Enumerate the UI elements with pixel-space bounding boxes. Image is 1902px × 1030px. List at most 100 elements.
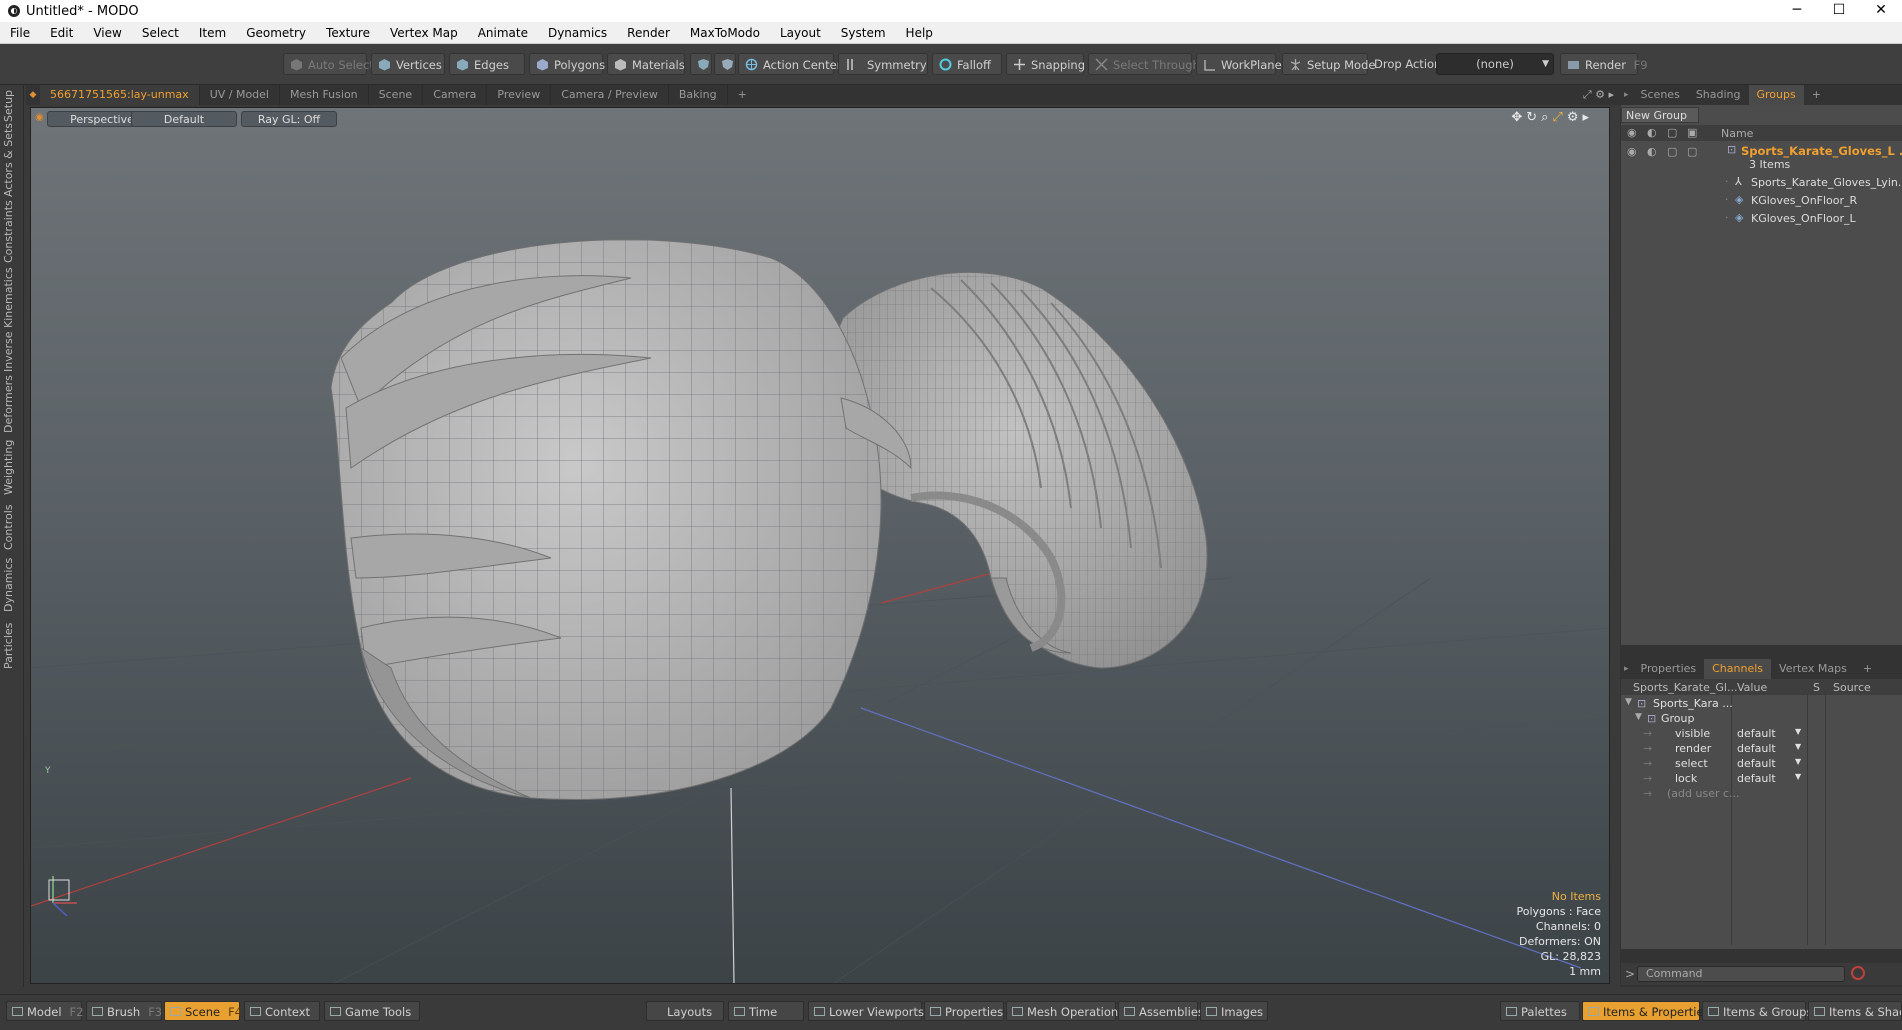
game-tools-layout-button[interactable]: Game Tools bbox=[324, 1001, 420, 1021]
channel-row-render[interactable]: → render default ▼ bbox=[1621, 742, 1902, 757]
group-name[interactable]: Sports_Karate_Gloves_L ... bbox=[1741, 144, 1902, 158]
menu-edit[interactable]: Edit bbox=[40, 26, 83, 40]
items-groups-button[interactable]: Items & Groups bbox=[1702, 1001, 1812, 1021]
tab-scenes[interactable]: Scenes bbox=[1633, 85, 1688, 105]
chevron-down-icon[interactable]: ▼ bbox=[1795, 742, 1801, 751]
tab-controls[interactable]: Controls bbox=[2, 501, 22, 553]
mesh-operations-button[interactable]: Mesh Operations bbox=[1006, 1001, 1124, 1021]
minimize-button[interactable]: ─ bbox=[1776, 0, 1818, 22]
group-row-root[interactable]: ◉ ◐ ▢ ▢ ⊡ Sports_Karate_Gloves_L ... 3 I… bbox=[1621, 143, 1902, 173]
add-panel-tab-button[interactable]: + bbox=[1855, 659, 1880, 679]
action-center-button[interactable]: Action Center bbox=[738, 53, 841, 75]
render-button[interactable]: Render F9 bbox=[1560, 53, 1648, 75]
symmetry-button[interactable]: Symmetry bbox=[838, 53, 928, 75]
drop-action-select[interactable]: (none) ▼ bbox=[1436, 53, 1554, 75]
tab-camera-preview[interactable]: Camera / Preview bbox=[551, 85, 669, 105]
lower-viewports-button[interactable]: Lower Viewports bbox=[808, 1001, 924, 1021]
tab-preview[interactable]: Preview bbox=[487, 85, 552, 105]
element-mode-button[interactable] bbox=[690, 53, 712, 75]
tab-groups[interactable]: Groups bbox=[1748, 85, 1804, 105]
menu-geometry[interactable]: Geometry bbox=[236, 26, 316, 40]
tree-item[interactable]: · ◈ KGloves_OnFloor_R bbox=[1621, 193, 1902, 209]
context-layout-button[interactable]: Context bbox=[244, 1001, 320, 1021]
polygons-button[interactable]: Polygons bbox=[529, 53, 605, 75]
tab-properties[interactable]: Properties bbox=[1633, 659, 1705, 679]
tab-channels[interactable]: Channels bbox=[1704, 659, 1772, 679]
tree-item[interactable]: · ◈ KGloves_OnFloor_L bbox=[1621, 211, 1902, 227]
menu-help[interactable]: Help bbox=[896, 26, 943, 40]
panel-menu-icon[interactable]: ▸ bbox=[1620, 90, 1633, 100]
palettes-button[interactable]: Palettes bbox=[1500, 1001, 1580, 1021]
menu-render[interactable]: Render bbox=[617, 26, 680, 40]
chevron-down-icon[interactable]: ▼ bbox=[1795, 727, 1801, 736]
items-properties-button[interactable]: Items & Properties bbox=[1582, 1001, 1710, 1021]
auto-select-button[interactable]: Auto Select bbox=[283, 53, 374, 75]
add-panel-tab-button[interactable]: + bbox=[1804, 85, 1829, 105]
vertices-button[interactable]: Vertices bbox=[371, 53, 445, 75]
select-through-button[interactable]: Select Through bbox=[1088, 53, 1200, 75]
channel-row-select[interactable]: → select default ▼ bbox=[1621, 757, 1902, 772]
menu-animate[interactable]: Animate bbox=[468, 26, 538, 40]
3d-viewport[interactable]: ◉ Perspective Default Ray GL: Off ✥↻⌕⤢⚙▸ bbox=[30, 107, 1610, 984]
tab-vertex-maps[interactable]: Vertex Maps bbox=[1771, 659, 1855, 679]
menu-item[interactable]: Item bbox=[189, 26, 236, 40]
lock-toggle-icon[interactable]: ▢ bbox=[1667, 145, 1677, 158]
panel-menu-icon[interactable]: ▸ bbox=[1620, 664, 1633, 674]
menu-texture[interactable]: Texture bbox=[316, 26, 380, 40]
tab-dynamics[interactable]: Dynamics bbox=[2, 557, 22, 613]
channel-group-row[interactable]: ▼ ⊡ Group bbox=[1621, 712, 1902, 727]
model-layout-button[interactable]: Model F2 bbox=[6, 1001, 83, 1021]
tab-scene[interactable]: Scene bbox=[369, 85, 424, 105]
materials-button[interactable]: Materials bbox=[607, 53, 685, 75]
menu-view[interactable]: View bbox=[83, 26, 131, 40]
menu-layout[interactable]: Layout bbox=[770, 26, 831, 40]
menu-system[interactable]: System bbox=[831, 26, 896, 40]
maximize-button[interactable]: ☐ bbox=[1818, 0, 1860, 22]
snapping-button[interactable]: Snapping bbox=[1006, 53, 1085, 75]
menu-dynamics[interactable]: Dynamics bbox=[538, 26, 617, 40]
add-tab-button[interactable]: + bbox=[728, 85, 757, 105]
tab-layout-unmax[interactable]: 56671751565:lay-unmax bbox=[40, 85, 200, 105]
tab-baking[interactable]: Baking bbox=[669, 85, 728, 105]
menu-file[interactable]: File bbox=[0, 26, 40, 40]
chevron-down-icon[interactable]: ▼ bbox=[1795, 757, 1801, 766]
brush-layout-button[interactable]: Brush F3 bbox=[86, 1001, 162, 1021]
command-input[interactable]: Command bbox=[1637, 966, 1845, 982]
chevron-down-icon[interactable]: ▼ bbox=[1795, 772, 1801, 781]
tab-inverse-kinematics[interactable]: Inverse Kinematics bbox=[2, 267, 22, 373]
render-toggle-icon[interactable]: ◐ bbox=[1647, 145, 1657, 158]
menu-maxtomodo[interactable]: MaxToModo bbox=[680, 26, 770, 40]
tab-mesh-fusion[interactable]: Mesh Fusion bbox=[280, 85, 369, 105]
channel-row-visible[interactable]: → visible default ▼ bbox=[1621, 727, 1902, 742]
tab-weighting[interactable]: Weighting bbox=[2, 437, 22, 497]
items-shading-button[interactable]: Items & Shadin bbox=[1808, 1001, 1902, 1021]
pivot-mode-button[interactable] bbox=[714, 53, 736, 75]
tab-shading[interactable]: Shading bbox=[1688, 85, 1749, 105]
select-toggle-icon[interactable]: ▢ bbox=[1687, 145, 1697, 158]
layouts-button[interactable]: Layouts bbox=[646, 1001, 724, 1021]
tab-setup[interactable]: Setup bbox=[2, 89, 22, 123]
tab-constraints[interactable]: Constraints bbox=[2, 200, 22, 263]
new-group-button[interactable]: New Group bbox=[1621, 107, 1699, 123]
assemblies-button[interactable]: Assemblies bbox=[1118, 1001, 1204, 1021]
add-user-channel-row[interactable]: → (add user c... bbox=[1621, 787, 1902, 802]
channel-row-lock[interactable]: → lock default ▼ bbox=[1621, 772, 1902, 787]
setup-mode-button[interactable]: Setup Mode bbox=[1282, 53, 1375, 75]
channel-root-row[interactable]: ▼ ⊡ Sports_Kara ... bbox=[1621, 697, 1902, 712]
tab-camera[interactable]: Camera bbox=[423, 85, 488, 105]
time-button[interactable]: Time bbox=[728, 1001, 804, 1021]
images-button[interactable]: Images bbox=[1200, 1001, 1268, 1021]
workplane-button[interactable]: WorkPlane bbox=[1196, 53, 1282, 75]
viewport-options-icon[interactable]: ⤢ ⚙ ▸ bbox=[1583, 88, 1614, 102]
record-icon[interactable] bbox=[1851, 966, 1865, 980]
menu-vertex-map[interactable]: Vertex Map bbox=[380, 26, 468, 40]
scene-layout-button[interactable]: Scene F4 bbox=[164, 1001, 242, 1021]
menu-select[interactable]: Select bbox=[132, 26, 189, 40]
visibility-toggle-icon[interactable]: ◉ bbox=[1627, 145, 1637, 158]
tab-deformers[interactable]: Deformers bbox=[2, 375, 22, 433]
tree-item[interactable]: · ⅄ Sports_Karate_Gloves_Lyin... bbox=[1621, 175, 1902, 191]
edges-button[interactable]: Edges bbox=[449, 53, 525, 75]
tab-uv-model[interactable]: UV / Model bbox=[200, 85, 280, 105]
tab-particles[interactable]: Particles bbox=[2, 617, 22, 675]
expand-icon[interactable]: ▼ bbox=[1635, 712, 1642, 722]
